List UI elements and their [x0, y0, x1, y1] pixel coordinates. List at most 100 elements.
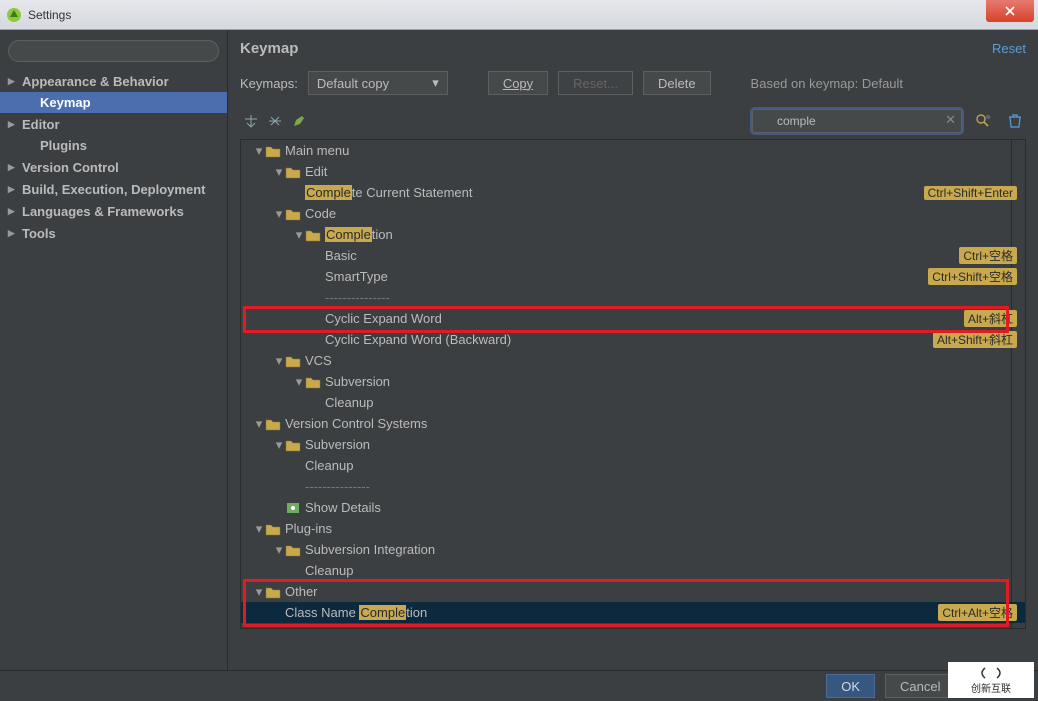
sidebar-item-appearance-behavior[interactable]: ▸ Appearance & Behavior [0, 70, 227, 92]
chevron-down-icon: ▾ [273, 164, 285, 180]
tree-action[interactable]: --------------- [241, 287, 1025, 308]
based-on-label: Based on keymap: Default [751, 76, 903, 91]
shortcut-badge: Alt+Shift+斜杠 [933, 331, 1017, 348]
tree-action[interactable]: Cleanup [241, 560, 1025, 581]
sidebar-item-plugins[interactable]: Plugins [0, 135, 227, 156]
tree-label: Version Control Systems [285, 416, 427, 431]
chevron-down-icon: ▾ [273, 206, 285, 222]
tree-folder[interactable]: ▾VCS [241, 350, 1025, 371]
chevron-right-icon: ▸ [8, 116, 16, 132]
tree-label: Subversion [305, 437, 370, 452]
expand-all-icon[interactable] [240, 110, 262, 132]
tree-folder[interactable]: ▾ Subversion [241, 434, 1025, 455]
tree-label: Show Details [305, 500, 381, 515]
tree-action[interactable]: Cleanup [241, 392, 1025, 413]
sidebar-item-version-control[interactable]: ▸ Version Control [0, 156, 227, 178]
sidebar-item-tools[interactable]: ▸ Tools [0, 222, 227, 244]
chevron-right-icon: ▸ [8, 225, 16, 241]
tree-folder[interactable]: ▾ Plug-ins [241, 518, 1025, 539]
content-pane: Keymap Reset Keymaps: Default copy ▾ Cop… [228, 30, 1038, 670]
tree-folder[interactable]: ▾ Other [241, 581, 1025, 602]
tree-label: VCS [305, 353, 332, 368]
chevron-right-icon: ▸ [8, 73, 16, 89]
chevron-down-icon: ▾ [273, 437, 285, 453]
tree-folder[interactable]: ▾Code [241, 203, 1025, 224]
watermark: 创新互联 [948, 662, 1034, 698]
separator: --------------- [325, 290, 390, 305]
sidebar-item-label: Tools [22, 226, 56, 241]
tree-label: Cyclic Expand Word (Backward) [325, 332, 511, 347]
sidebar: ▸ Appearance & Behavior Keymap ▸ Editor Plugi… [0, 30, 228, 670]
page-title: Keymap [240, 40, 298, 57]
edit-icon[interactable] [288, 110, 310, 132]
dialog-footer: OK Cancel Apply [0, 670, 1038, 701]
delete-button[interactable]: Delete [643, 71, 711, 95]
chevron-right-icon: ▸ [8, 159, 16, 175]
sidebar-item-keymap[interactable]: Keymap [0, 92, 227, 113]
sidebar-item-label: Plugins [40, 138, 87, 153]
tree-label: Edit [305, 164, 327, 179]
tree-action[interactable]: Cyclic Expand Word (Backward) Alt+Shift+斜… [241, 329, 1025, 350]
keymaps-value: Default copy [317, 76, 389, 91]
sidebar-item-label: Keymap [40, 95, 91, 110]
sidebar-search-input[interactable] [8, 40, 219, 62]
copy-button[interactable]: Copy [488, 71, 548, 95]
clear-search-icon[interactable]: ✕ [945, 112, 956, 128]
keymaps-label: Keymaps: [240, 76, 298, 91]
chevron-right-icon: ▸ [8, 203, 16, 219]
sidebar-item-label: Editor [22, 117, 60, 132]
tree-action[interactable]: BasicCtrl+空格 [241, 245, 1025, 266]
tree-folder[interactable]: ▾Subversion Integration [241, 539, 1025, 560]
sidebar-item-label: Version Control [22, 160, 119, 175]
chevron-down-icon: ▾ [293, 227, 305, 243]
tree-label: Other [285, 584, 318, 599]
chevron-down-icon: ▾ [432, 75, 439, 91]
close-button[interactable] [986, 0, 1034, 22]
tree-folder[interactable]: ▾Subversion [241, 371, 1025, 392]
reset-link[interactable]: Reset [992, 41, 1026, 56]
tree-folder[interactable]: ▾ Edit [241, 161, 1025, 182]
keymaps-combo[interactable]: Default copy ▾ [308, 71, 448, 95]
shortcut-badge: Ctrl+Alt+空格 [938, 604, 1017, 621]
tree-label: Main menu [285, 143, 349, 158]
shortcut-badge: Ctrl+Shift+Enter [924, 186, 1017, 200]
tree-label: Completion [325, 227, 393, 242]
chevron-down-icon: ▾ [293, 374, 305, 390]
tree-folder[interactable]: ▾ Main menu [241, 140, 1025, 161]
ok-button[interactable]: OK [826, 674, 875, 698]
tree-label: Plug-ins [285, 521, 332, 536]
tree-folder[interactable]: ▾ Completion [241, 224, 1025, 245]
tree-action[interactable]: Class Name CompletionCtrl+Alt+空格 [241, 602, 1025, 623]
tree-label: Cleanup [305, 563, 353, 578]
collapse-all-icon[interactable] [264, 110, 286, 132]
shortcut-badge: Ctrl+Shift+空格 [928, 268, 1017, 285]
chevron-down-icon: ▾ [253, 584, 265, 600]
sidebar-item-build-execution-deployment[interactable]: ▸Build, Execution, Deployment [0, 178, 227, 200]
reset-button[interactable]: Reset... [558, 71, 633, 95]
sidebar-item-languages-frameworks[interactable]: ▸ Languages & Frameworks [0, 200, 227, 222]
tree-search-input[interactable] [752, 109, 962, 133]
tree-label: Cyclic Expand Word [325, 311, 442, 326]
tree-label: SmartType [325, 269, 388, 284]
tree-label: Cleanup [325, 395, 373, 410]
sidebar-item-label: Appearance & Behavior [22, 74, 169, 89]
tree-action[interactable]: Complete Current Statement Ctrl+Shift+Ent… [241, 182, 1025, 203]
cancel-button[interactable]: Cancel [885, 674, 955, 698]
sidebar-item-editor[interactable]: ▸ Editor [0, 113, 227, 135]
sidebar-item-label: Languages & Frameworks [22, 204, 184, 219]
find-action-icon[interactable] [972, 110, 994, 132]
tree-label: Subversion Integration [305, 542, 435, 557]
tree-action[interactable]: SmartType Ctrl+Shift+空格 [241, 266, 1025, 287]
tree-action[interactable]: Show Details [241, 497, 1025, 518]
tree-label: Cleanup [305, 458, 353, 473]
tree-action[interactable]: Cyclic Expand WordAlt+斜杠 [241, 308, 1025, 329]
tree-label: Complete Current Statement [305, 185, 472, 200]
trash-icon[interactable] [1004, 110, 1026, 132]
app-icon [6, 7, 22, 23]
tree-action[interactable]: --------------- [241, 476, 1025, 497]
tree-folder[interactable]: ▾Version Control Systems [241, 413, 1025, 434]
tree-action[interactable]: Cleanup [241, 455, 1025, 476]
chevron-down-icon: ▾ [253, 521, 265, 537]
chevron-down-icon: ▾ [253, 143, 265, 159]
keymap-tree[interactable]: ▾Main menu▾EditComplete Current Statemen… [240, 139, 1026, 629]
